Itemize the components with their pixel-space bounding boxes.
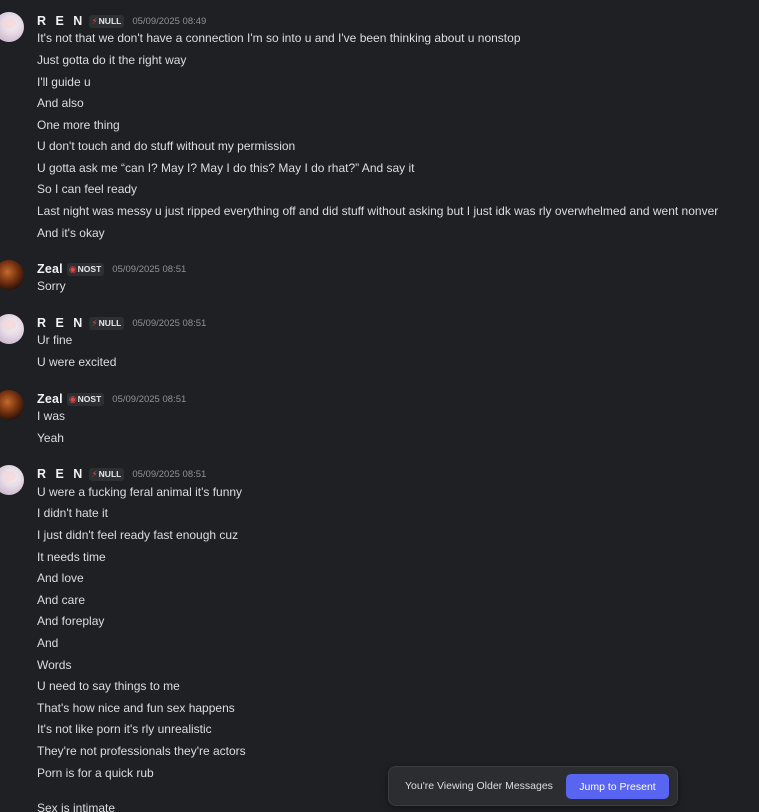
username[interactable]: R E N — [37, 467, 85, 481]
timestamp[interactable]: 05/09/2025 08:49 — [132, 16, 206, 27]
message-line: And also — [37, 96, 84, 110]
lightning-bolt-icon: ⚡ — [91, 468, 98, 479]
message-line: I'll guide u — [37, 75, 91, 89]
message-line: It's not that we don't have a connection… — [37, 31, 521, 45]
message-line: U need to say things to me — [37, 679, 180, 693]
message-line: I didn't hate it — [37, 506, 109, 520]
username[interactable]: R E N — [37, 316, 85, 330]
message-line: Yeah — [37, 431, 64, 445]
user-tag[interactable]: ⚡ NULL — [89, 467, 125, 481]
message-line: U were excited — [37, 355, 117, 369]
message-line: Sorry — [37, 279, 66, 293]
tag-label: NOST — [77, 393, 102, 404]
tag-label: NOST — [77, 263, 102, 274]
user-avatar[interactable] — [0, 314, 24, 344]
user-tag[interactable]: ◉ NOST — [66, 392, 105, 406]
username[interactable]: Zeal — [37, 262, 63, 276]
older-messages-text: You're Viewing Older Messages — [405, 780, 553, 792]
tag-label: NULL — [98, 468, 122, 479]
username[interactable]: R E N — [37, 14, 85, 28]
message-line: It's not like porn it's rly unrealistic — [37, 722, 212, 736]
message-header: R E N ⚡ NULL 05/09/2025 08:49 — [37, 12, 206, 30]
user-tag[interactable]: ⚡ NULL — [89, 14, 125, 28]
message-list[interactable]: R E N ⚡ NULL 05/09/2025 08:49 It's not t… — [0, 0, 759, 812]
user-tag[interactable]: ⚡ NULL — [89, 316, 125, 330]
tag-label: NULL — [98, 317, 122, 328]
user-avatar[interactable] — [0, 390, 24, 420]
message-line: And it's okay — [37, 226, 105, 240]
message-line: Ur fine — [37, 333, 73, 347]
timestamp[interactable]: 05/09/2025 08:51 — [132, 318, 206, 329]
message-line: One more thing — [37, 118, 120, 132]
message-line: U don't touch and do stuff without my pe… — [37, 139, 296, 153]
timestamp[interactable]: 05/09/2025 08:51 — [112, 264, 186, 275]
message-line: It needs time — [37, 550, 106, 564]
message-line: And care — [37, 593, 86, 607]
message-line: So I can feel ready — [37, 182, 138, 196]
message-header: R E N ⚡ NULL 05/09/2025 08:51 — [37, 465, 206, 483]
message-line: Words — [37, 658, 72, 672]
timestamp[interactable]: 05/09/2025 08:51 — [132, 469, 206, 480]
message-header: Zeal ◉ NOST 05/09/2025 08:51 — [37, 260, 186, 278]
user-tag[interactable]: ◉ NOST — [66, 262, 105, 276]
message-line: They're not professionals they're actors — [37, 744, 246, 758]
older-messages-banner: You're Viewing Older Messages Jump to Pr… — [388, 766, 678, 806]
jump-to-present-button[interactable]: Jump to Present — [566, 774, 669, 799]
message-line: Porn is for a quick rub — [37, 766, 154, 780]
message-line: U gotta ask me “can I? May I? May I do t… — [37, 161, 415, 175]
message-line: And foreplay — [37, 614, 105, 628]
message-header: R E N ⚡ NULL 05/09/2025 08:51 — [37, 314, 206, 332]
message-line: I was — [37, 409, 66, 423]
message-line: And — [37, 636, 59, 650]
message-header: Zeal ◉ NOST 05/09/2025 08:51 — [37, 390, 186, 408]
red-ring-icon: ◉ — [68, 393, 77, 404]
message-line: And love — [37, 571, 84, 585]
user-avatar[interactable] — [0, 465, 24, 495]
message-line: That's how nice and fun sex happens — [37, 701, 235, 715]
red-ring-icon: ◉ — [68, 263, 77, 274]
username[interactable]: Zeal — [37, 392, 63, 406]
user-avatar[interactable] — [0, 260, 24, 290]
user-avatar[interactable] — [0, 12, 24, 42]
message-line: Sex is intimate — [37, 801, 116, 812]
message-line: Last night was messy u just ripped every… — [37, 204, 719, 218]
lightning-bolt-icon: ⚡ — [91, 317, 98, 328]
timestamp[interactable]: 05/09/2025 08:51 — [112, 394, 186, 405]
message-line: U were a fucking feral animal it's funny — [37, 485, 243, 499]
message-line: I just didn't feel ready fast enough cuz — [37, 528, 239, 542]
tag-label: NULL — [98, 15, 122, 26]
lightning-bolt-icon: ⚡ — [91, 15, 98, 26]
message-line: Just gotta do it the right way — [37, 53, 187, 67]
